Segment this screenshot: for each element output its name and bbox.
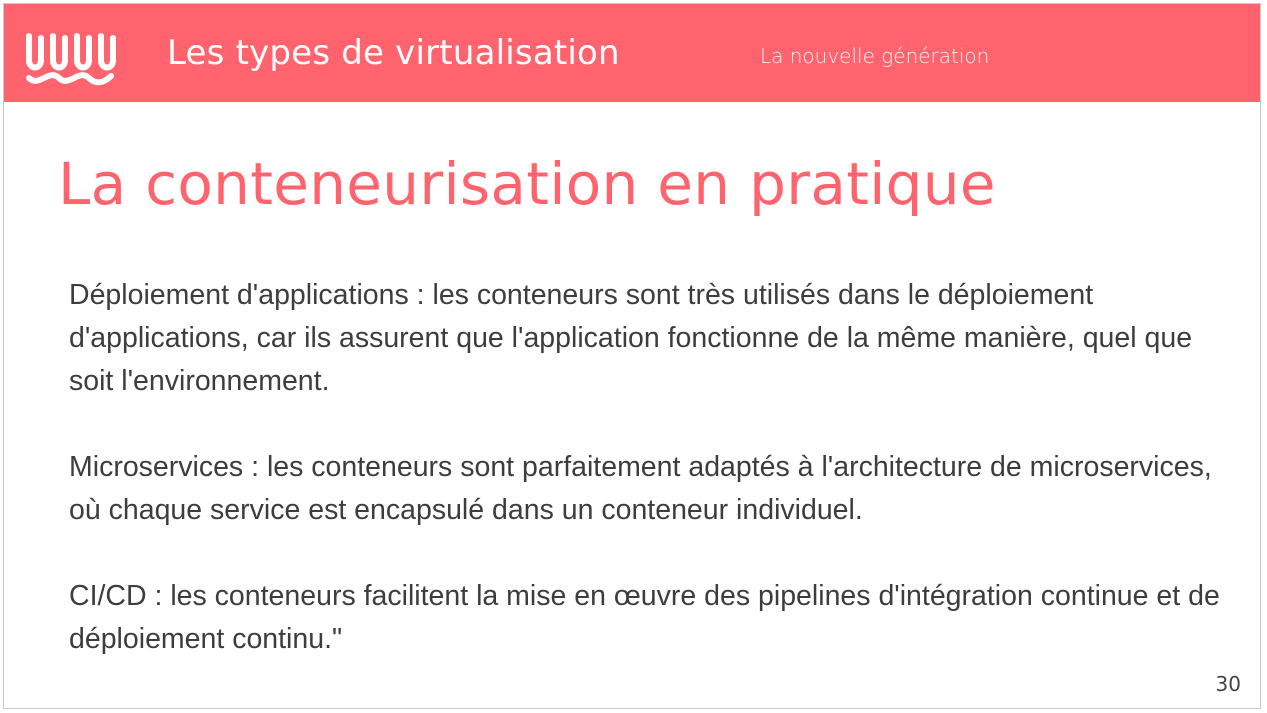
header-subtitle: La nouvelle génération — [760, 44, 990, 68]
slide-body: Déploiement d'applications : les contene… — [69, 274, 1229, 704]
wave-logo-icon — [26, 33, 116, 86]
header-bar: Les types de virtualisation La nouvelle … — [4, 4, 1260, 102]
paragraph-deployment: Déploiement d'applications : les contene… — [69, 279, 1193, 397]
slide-title: La conteneurisation en pratique — [58, 150, 996, 218]
paragraph-microservices: Microservices : les conteneurs sont parf… — [69, 451, 1212, 526]
paragraph-cicd: CI/CD : les conteneurs facilitent la mis… — [69, 580, 1220, 655]
page-number: 30 — [1215, 672, 1241, 696]
header-title: Les types de virtualisation — [167, 33, 620, 73]
slide: Les types de virtualisation La nouvelle … — [3, 3, 1261, 709]
